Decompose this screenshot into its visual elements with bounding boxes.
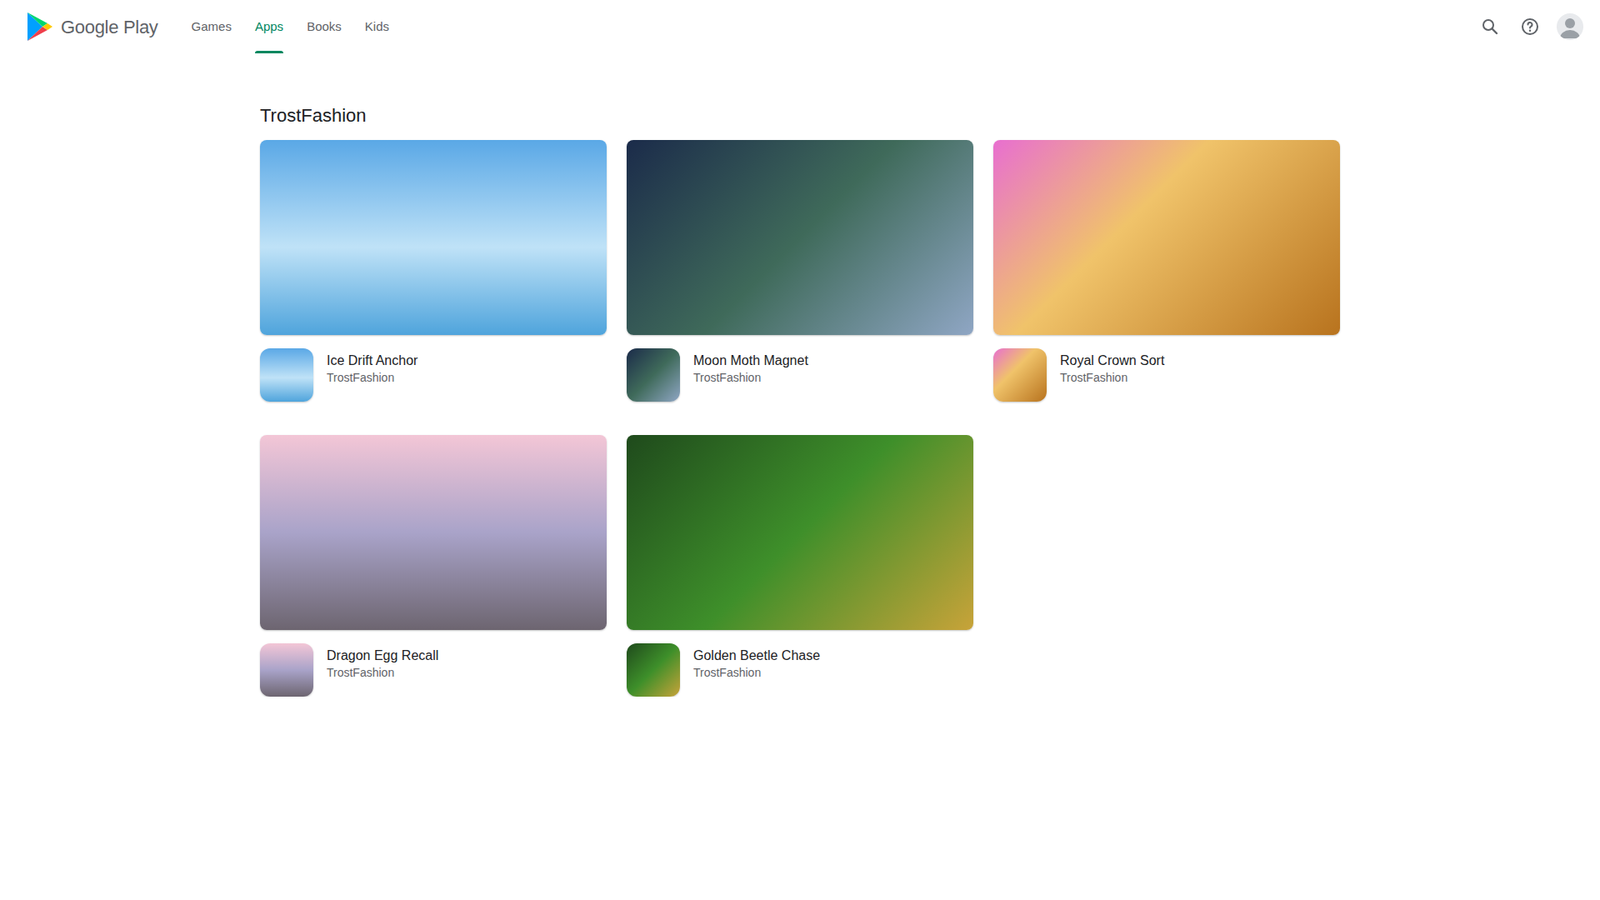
- app-name[interactable]: Ice Drift Anchor: [326, 351, 418, 370]
- app-banner[interactable]: [626, 435, 974, 630]
- help-button[interactable]: [1513, 10, 1547, 44]
- app-banner[interactable]: [993, 140, 1340, 335]
- tab-label: Kids: [365, 17, 390, 37]
- app-grid: Ice Drift AnchorTrostFashionMoon Moth Ma…: [260, 140, 1340, 697]
- play-logo-icon: [25, 10, 55, 43]
- app-name[interactable]: Moon Moth Magnet: [693, 351, 809, 370]
- app-name[interactable]: Golden Beetle Chase: [693, 646, 820, 665]
- nav-tab[interactable]: Apps: [246, 0, 292, 54]
- avatar-icon: [1556, 13, 1584, 40]
- main-tabs: Games Apps Books Kids: [183, 0, 398, 54]
- app-banner[interactable]: [626, 140, 974, 335]
- app-developer: TrostFashion: [1060, 370, 1165, 387]
- app-info: Moon Moth MagnetTrostFashion: [626, 348, 974, 402]
- app-icon[interactable]: [260, 348, 314, 402]
- app-name[interactable]: Dragon Egg Recall: [326, 646, 439, 665]
- help-icon: [1520, 16, 1540, 37]
- google-play-logo[interactable]: Google Play: [25, 10, 159, 43]
- search-icon: [1480, 16, 1500, 37]
- search-button[interactable]: [1473, 10, 1507, 44]
- app-icon[interactable]: [993, 348, 1047, 402]
- developer-page: TrostFashion Ice Drift AnchorTrostFashio…: [260, 53, 1340, 697]
- app-developer: TrostFashion: [693, 665, 820, 682]
- app-name[interactable]: Royal Crown Sort: [1060, 351, 1165, 370]
- account-button[interactable]: [1553, 10, 1587, 44]
- app-banner[interactable]: [260, 435, 607, 630]
- developer-title: TrostFashion: [260, 105, 1340, 127]
- app-info: Dragon Egg RecallTrostFashion: [260, 643, 607, 697]
- tab-label: Apps: [255, 17, 284, 37]
- top-bar: Google Play Games Apps Books Kids: [0, 0, 1600, 54]
- app-card[interactable]: Royal Crown SortTrostFashion: [993, 140, 1340, 402]
- app-icon[interactable]: [260, 643, 314, 697]
- app-developer: TrostFashion: [326, 665, 439, 682]
- app-developer: TrostFashion: [693, 370, 809, 387]
- nav-tab[interactable]: Kids: [356, 0, 398, 54]
- app-card[interactable]: Moon Moth MagnetTrostFashion: [626, 140, 974, 402]
- app-card[interactable]: Dragon Egg RecallTrostFashion: [260, 435, 607, 697]
- app-info: Ice Drift AnchorTrostFashion: [260, 348, 607, 402]
- app-banner[interactable]: [260, 140, 607, 335]
- tab-label: Games: [191, 17, 232, 37]
- app-card[interactable]: Ice Drift AnchorTrostFashion: [260, 140, 607, 402]
- app-icon[interactable]: [626, 643, 680, 697]
- app-info: Golden Beetle ChaseTrostFashion: [626, 643, 974, 697]
- app-text: Dragon Egg RecallTrostFashion: [326, 643, 439, 681]
- app-developer: TrostFashion: [326, 370, 418, 387]
- app-text: Royal Crown SortTrostFashion: [1060, 348, 1165, 386]
- app-text: Ice Drift AnchorTrostFashion: [326, 348, 418, 386]
- logo-text: Google Play: [60, 13, 159, 41]
- app-text: Moon Moth MagnetTrostFashion: [693, 348, 809, 386]
- app-card[interactable]: Golden Beetle ChaseTrostFashion: [626, 435, 974, 697]
- nav-tab[interactable]: Books: [298, 0, 350, 54]
- app-icon[interactable]: [626, 348, 680, 402]
- tab-label: Books: [306, 17, 342, 37]
- app-info: Royal Crown SortTrostFashion: [993, 348, 1340, 402]
- app-text: Golden Beetle ChaseTrostFashion: [693, 643, 820, 681]
- nav-tab[interactable]: Games: [183, 0, 240, 54]
